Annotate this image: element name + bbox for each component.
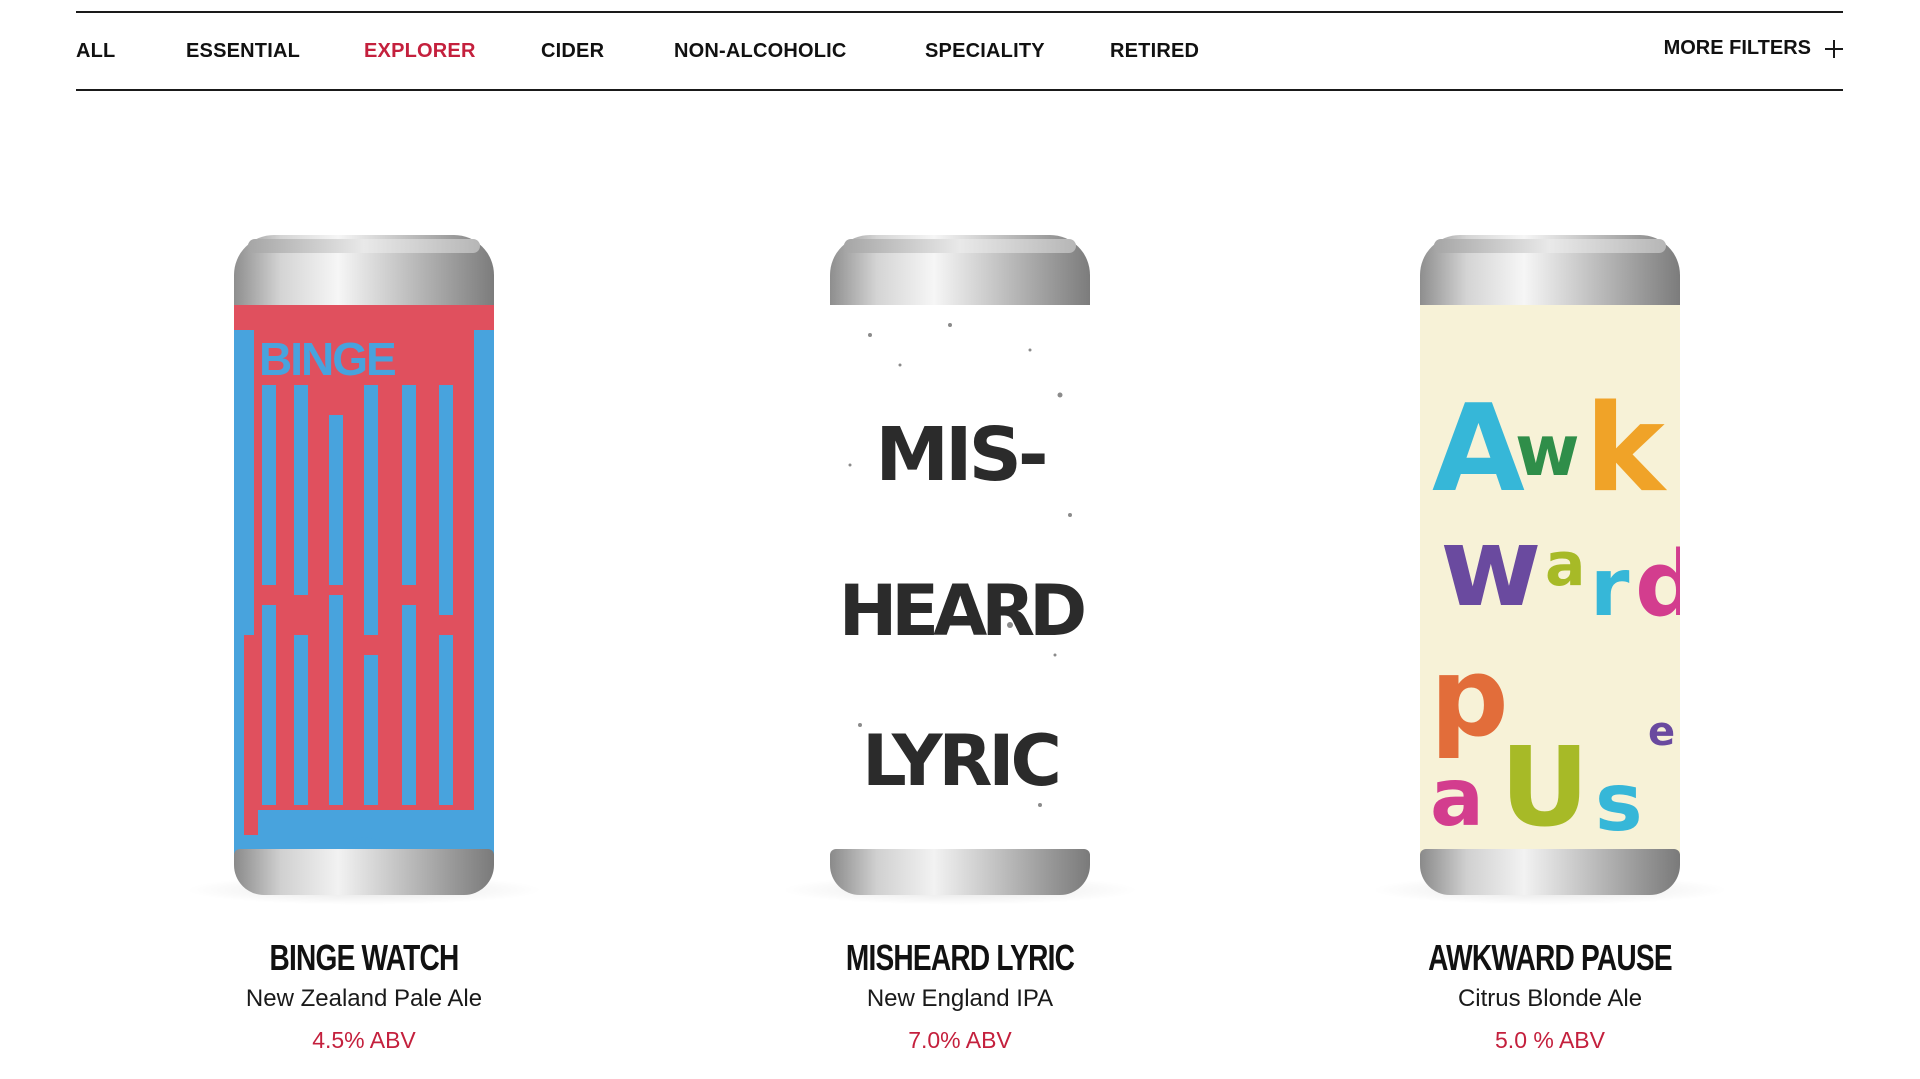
plus-icon: [1825, 39, 1843, 58]
more-filters-label: MORE FILTERS: [1663, 37, 1811, 59]
product-card-misheard-lyric[interactable]: MIS- HEARD LYRIC MISHEARD LYRIC New Engl…: [700, 200, 1220, 1054]
label-letter-a3: a: [1430, 751, 1484, 844]
product-abv: 5.0 % ABV: [1495, 1027, 1605, 1053]
product-card-awkward-pause[interactable]: A w k w a r d p a U s e AWKWARD PAUSE Ci…: [1290, 200, 1810, 1054]
can-lid: [830, 235, 1090, 311]
label-line-1: MIS-: [875, 412, 1044, 498]
product-abv: 7.0% ABV: [908, 1027, 1012, 1053]
label-letter-r: r: [1590, 541, 1630, 634]
product-style: New England IPA: [866, 985, 1054, 1012]
can-base: [1420, 849, 1680, 895]
more-filters-button[interactable]: MORE FILTERS: [1664, 37, 1843, 60]
label-line-3: LYRIC: [862, 720, 1058, 802]
binge-watch-label-svg: BINGE WATCH: [234, 305, 494, 855]
label-letter-a: A: [1432, 380, 1525, 519]
label-letter-w2: w: [1440, 503, 1542, 631]
can-image[interactable]: BINGE WATCH: [184, 235, 544, 905]
label-letter-d: d: [1635, 532, 1680, 637]
category-filter-bar: ALL ESSENTIAL EXPLORER CIDER NON-ALCOHOL…: [76, 11, 1843, 91]
can-label-art: MIS- HEARD LYRIC: [830, 305, 1090, 855]
label-letter-a2: a: [1545, 530, 1586, 600]
label-letter-s: s: [1595, 756, 1643, 849]
label-line-2: HEARD: [839, 570, 1084, 652]
tab-essential[interactable]: ESSENTIAL: [186, 40, 300, 63]
label-letter-k: k: [1585, 380, 1668, 519]
awkward-pause-label-svg: A w k w a r d p a U s e: [1420, 305, 1680, 855]
tab-explorer[interactable]: EXPLORER: [364, 40, 476, 63]
can-lid: [234, 235, 494, 311]
product-style: New Zealand Pale Ale: [245, 985, 483, 1012]
tab-retired[interactable]: RETIRED: [1110, 40, 1199, 63]
can-base: [830, 849, 1090, 895]
product-name[interactable]: AWKWARD PAUSE: [1347, 937, 1753, 979]
label-letter-e: e: [1648, 709, 1675, 755]
label-letter-w: w: [1515, 410, 1580, 492]
tab-non-alcoholic[interactable]: NON-ALCOHOLIC: [674, 40, 847, 63]
product-style: Citrus Blonde Ale: [1457, 985, 1643, 1012]
product-abv: 4.5% ABV: [312, 1027, 416, 1053]
product-card-binge-watch[interactable]: BINGE WATCH BINGE WATCH New Zealand Pale…: [104, 200, 624, 1054]
tab-cider[interactable]: CIDER: [541, 40, 604, 63]
label-word-bottom: WATCH: [342, 834, 385, 848]
can-image[interactable]: A w k w a r d p a U s e: [1370, 235, 1730, 905]
can-lid: [1420, 235, 1680, 311]
can-label-art: BINGE WATCH: [234, 305, 494, 855]
label-letter-u: U: [1500, 723, 1589, 851]
product-name[interactable]: BINGE WATCH: [161, 937, 567, 979]
misheard-lyric-label-svg: MIS- HEARD LYRIC: [830, 305, 1090, 855]
tab-speciality[interactable]: SPECIALITY: [925, 40, 1045, 63]
can-image[interactable]: MIS- HEARD LYRIC: [780, 235, 1140, 905]
can-label-art: A w k w a r d p a U s e: [1420, 305, 1680, 855]
tab-all[interactable]: ALL: [76, 40, 115, 63]
can-base: [234, 849, 494, 895]
product-name[interactable]: MISHEARD LYRIC: [757, 937, 1163, 979]
label-letter-p: p: [1430, 633, 1509, 761]
label-word-top: BINGE: [259, 333, 395, 385]
